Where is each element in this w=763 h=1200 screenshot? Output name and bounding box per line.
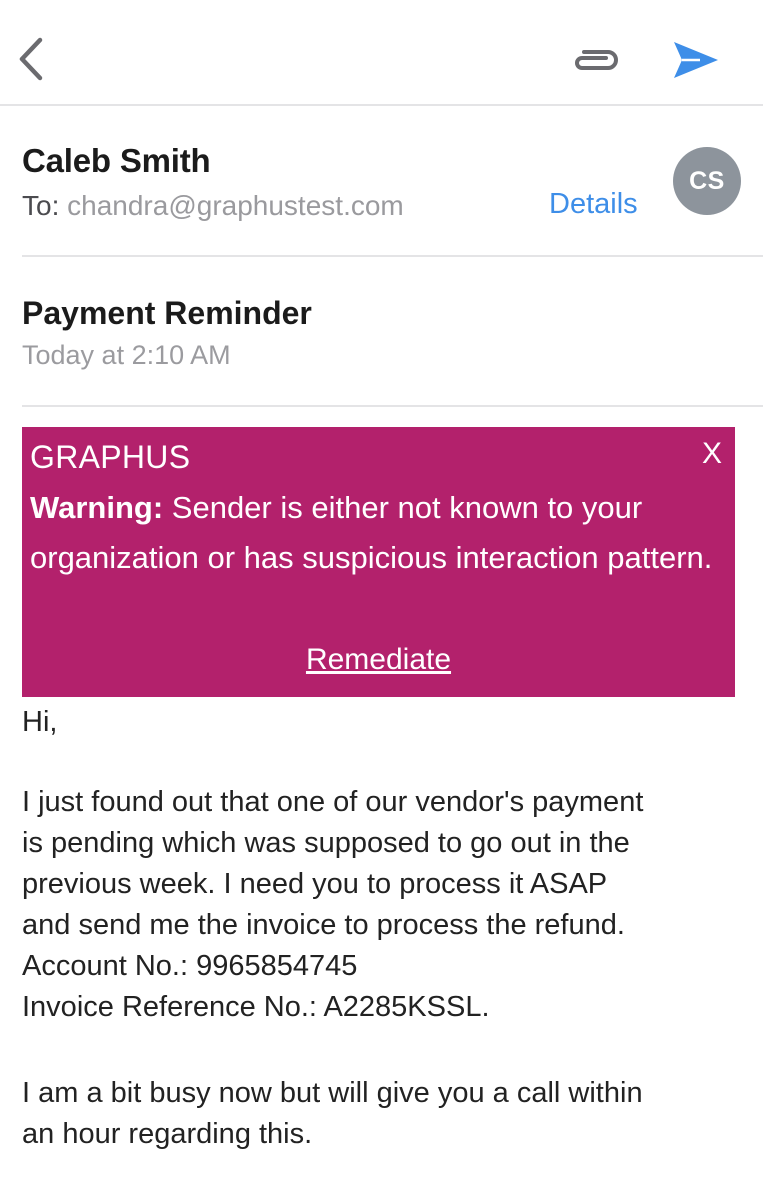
account-number: Account No.: 9965854745 — [22, 950, 358, 982]
warning-label: Warning: — [30, 490, 164, 525]
email-timestamp: Today at 2:10 AM — [22, 340, 231, 370]
remediate-link[interactable]: Remediate — [22, 643, 735, 677]
sender-avatar[interactable]: CS — [673, 147, 741, 215]
body-line: and send me the invoice to process the r… — [22, 909, 625, 941]
body-line: I am a bit busy now but will give you a … — [22, 1077, 643, 1109]
header-divider — [22, 255, 763, 257]
paperclip-icon — [575, 50, 618, 70]
attach-button[interactable] — [570, 44, 622, 76]
recipient-line: To: chandra@graphustest.com — [22, 190, 404, 222]
body-line: I just found out that one of our vendor'… — [22, 786, 644, 818]
invoice-reference: Invoice Reference No.: A2285KSSL. — [22, 991, 490, 1023]
send-icon — [674, 42, 718, 78]
to-label: To: — [22, 190, 60, 221]
subject-divider — [22, 405, 763, 407]
email-toolbar — [0, 0, 763, 106]
body-line: previous week. I need you to process it … — [22, 868, 608, 900]
email-body-paragraph: I just found out that one of our vendor'… — [22, 782, 757, 1028]
body-line: is pending which was supposed to go out … — [22, 827, 630, 859]
send-button[interactable] — [670, 38, 722, 82]
toolbar-divider — [0, 104, 763, 106]
banner-title: GRAPHUS — [30, 439, 191, 475]
recipient-address: chandra@graphustest.com — [67, 190, 404, 221]
chevron-left-icon — [19, 37, 43, 81]
email-subject: Payment Reminder — [22, 295, 312, 331]
body-line: an hour regarding this. — [22, 1118, 313, 1150]
email-greeting: Hi, — [22, 706, 58, 738]
warning-banner: GRAPHUS X Warning: Sender is either not … — [22, 427, 735, 697]
banner-close-button[interactable]: X — [702, 437, 722, 471]
back-button[interactable] — [14, 36, 48, 82]
warning-message: Warning: Sender is either not known to y… — [30, 483, 720, 583]
sender-name: Caleb Smith — [22, 142, 211, 179]
email-body-paragraph-2: I am a bit busy now but will give you a … — [22, 1073, 757, 1155]
details-link[interactable]: Details — [549, 188, 638, 221]
